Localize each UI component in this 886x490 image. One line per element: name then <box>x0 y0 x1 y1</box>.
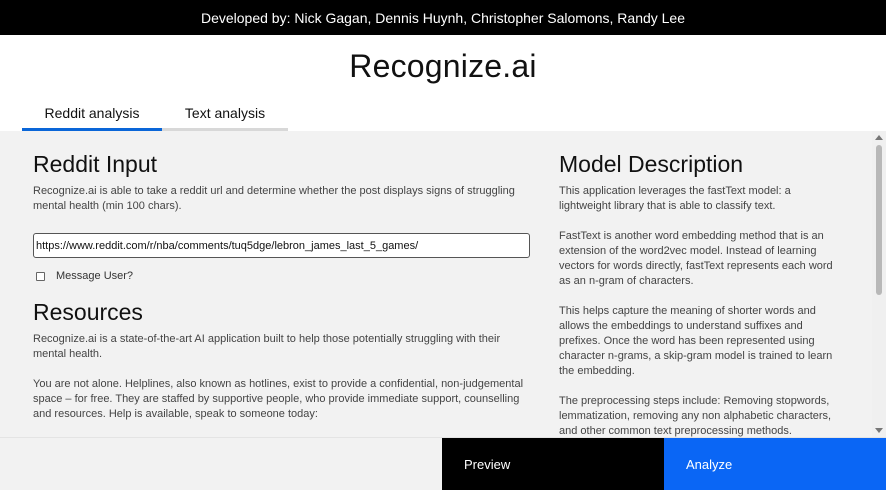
message-user-row: Message User? <box>33 270 533 282</box>
model-description-paragraph: This helps capture the meaning of shorte… <box>559 305 833 377</box>
message-user-checkbox[interactable] <box>36 271 45 281</box>
vertical-scrollbar[interactable] <box>872 131 886 437</box>
scroll-down-arrow-icon[interactable] <box>875 428 883 433</box>
app-title: Recognize.ai <box>349 48 537 84</box>
model-description-heading: Model Description <box>559 151 744 177</box>
scroll-up-arrow-icon[interactable] <box>875 135 883 140</box>
app-header: Recognize.ai <box>0 35 886 98</box>
message-user-label: Message User? <box>56 270 134 282</box>
model-description-paragraph: FastText is another word embedding metho… <box>559 230 833 287</box>
reddit-url-input[interactable] <box>33 233 530 258</box>
resources-heading: Resources <box>33 299 143 325</box>
tab-reddit-analysis[interactable]: Reddit analysis <box>22 98 162 131</box>
model-description-paragraph: This application leverages the fastText … <box>559 185 791 212</box>
preview-button[interactable]: Preview <box>442 438 664 490</box>
action-bar: Preview Analyze <box>0 437 886 490</box>
tab-text-analysis[interactable]: Text analysis <box>162 98 288 131</box>
resources-paragraph: Recognize.ai is a state-of-the-art AI ap… <box>33 333 501 360</box>
analyze-button[interactable]: Analyze <box>664 438 886 490</box>
developer-credits-bar: Developed by: Nick Gagan, Dennis Huynh, … <box>0 0 886 35</box>
scrollbar-thumb[interactable] <box>876 145 882 295</box>
model-description-paragraph: The preprocessing steps include: Removin… <box>559 395 832 437</box>
tab-bar: Reddit analysis Text analysis <box>0 98 886 131</box>
left-column: Reddit Input Recognize.ai is able to tak… <box>33 151 533 422</box>
reddit-input-heading: Reddit Input <box>33 151 158 177</box>
developer-credits: Developed by: Nick Gagan, Dennis Huynh, … <box>200 9 686 26</box>
right-column: Model Description This application lever… <box>559 151 844 437</box>
resources-paragraph: You are not alone. Helplines, also known… <box>33 378 524 420</box>
main-content: Reddit Input Recognize.ai is able to tak… <box>0 131 886 437</box>
resources-section: Resources Recognize.ai is a state-of-the… <box>33 299 533 422</box>
reddit-input-description: Recognize.ai is able to take a reddit ur… <box>33 185 515 212</box>
